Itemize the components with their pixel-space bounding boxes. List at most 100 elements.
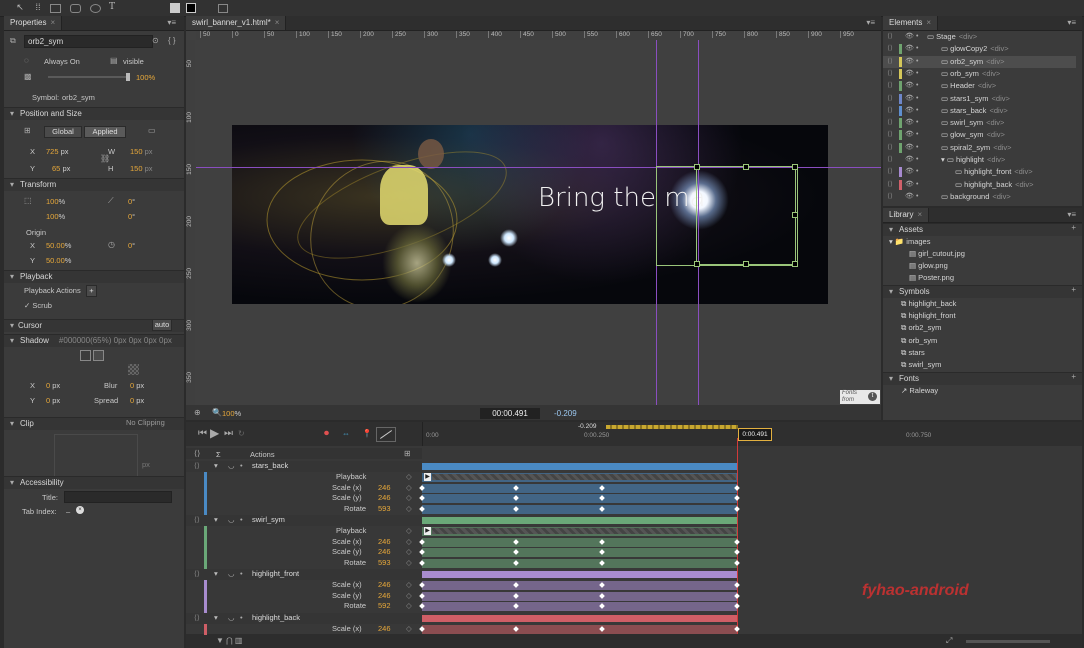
element-row[interactable]: ⟨⟩ 👁 • ▭ highlight_front <div> (883, 166, 1076, 178)
element-row[interactable]: ⟨⟩ 👁 • ▭ Header <div> (883, 80, 1076, 92)
fonts-badge[interactable]: Fonts from t (840, 390, 880, 404)
code-brackets-icon[interactable]: ⟨⟩ (883, 56, 897, 68)
tab-index-value[interactable]: – (66, 507, 70, 516)
lock-dot-icon[interactable]: • (916, 43, 918, 55)
scale-x-value[interactable]: 100% (46, 197, 65, 206)
easing-button[interactable] (376, 427, 396, 442)
resize-handle[interactable] (792, 261, 798, 267)
code-brackets-icon[interactable]: ⟨⟩ (883, 43, 897, 55)
element-row[interactable]: ⟨⟩ 👁 • ▭ glowCopy2 <div> (883, 43, 1076, 55)
library-image-item[interactable]: ▤ glow.png (909, 260, 1082, 272)
lock-dot-icon[interactable]: • (916, 93, 918, 105)
origin-x-value[interactable]: 50.00% (46, 241, 71, 250)
resize-handle[interactable] (694, 261, 700, 267)
library-symbol-item[interactable]: ⧉ swirl_sym (901, 359, 1082, 371)
scale-y-value[interactable]: 100% (46, 212, 65, 221)
keyframe-icon[interactable] (734, 505, 740, 512)
visibility-icon[interactable]: ◡ (228, 461, 235, 471)
track-header[interactable]: ⟨⟩ ▾ ◡ • highlight_back (186, 612, 422, 624)
current-time[interactable]: 00:00.491 (480, 408, 540, 419)
visibility-icon[interactable]: ◡ (228, 569, 235, 579)
auto-keyframe-icon[interactable]: ⏺ (324, 429, 329, 439)
assets-section[interactable]: Assets (883, 223, 1082, 236)
lock-icon[interactable]: • (240, 569, 243, 579)
filter-icon[interactable]: ⟨⟩ (194, 449, 200, 459)
lock-dot-icon[interactable]: • (916, 166, 918, 178)
eye-icon[interactable]: 👁 (905, 56, 914, 68)
text-tool-icon[interactable]: T (106, 2, 118, 13)
add-action-icon[interactable]: ⊞ (404, 449, 411, 459)
eye-icon[interactable]: 👁 (905, 93, 914, 105)
code-brackets-icon[interactable]: ⟨⟩ (883, 80, 897, 92)
playback-action-marker[interactable]: ▶ (424, 527, 431, 535)
library-symbol-item[interactable]: ⧉ highlight_back (901, 298, 1082, 310)
keyframe-nav-icon[interactable]: ◇ (406, 558, 412, 568)
property-bar[interactable] (422, 602, 737, 611)
global-button[interactable]: Global (44, 126, 82, 138)
opacity-slider-handle[interactable] (126, 73, 130, 81)
code-brackets-icon[interactable]: ⟨⟩ (883, 179, 897, 191)
symbols-section[interactable]: Symbols (883, 285, 1082, 298)
selected-element-box[interactable] (696, 166, 796, 265)
track-duration-bar[interactable] (422, 571, 737, 578)
expand-icon[interactable]: ▾ (214, 613, 218, 623)
element-row[interactable]: ⟨⟩ 👁 • ▭ Stage <div> (883, 31, 1076, 43)
zoom-icon[interactable]: 🔍 (212, 408, 222, 418)
clip-value[interactable]: No Clipping (126, 418, 165, 427)
eye-icon[interactable]: 👁 (905, 142, 914, 154)
keyframe-nav-icon[interactable]: ◇ (406, 537, 412, 547)
keyframe-nav-icon[interactable]: ◇ (406, 493, 412, 503)
close-icon[interactable]: × (275, 18, 280, 27)
keyframe-nav-icon[interactable]: ◇ (406, 504, 412, 514)
property-bar[interactable] (422, 558, 737, 568)
panel-menu-icon[interactable]: ▾≡ (1067, 18, 1076, 28)
tab-elements[interactable]: Elements × (883, 16, 939, 30)
eye-icon[interactable]: 👁 (905, 80, 914, 92)
lock-icon[interactable]: • (240, 613, 243, 623)
property-bar[interactable] (422, 581, 737, 590)
close-icon[interactable]: × (50, 18, 55, 27)
selection-arrow-icon[interactable]: ↖ (14, 2, 26, 13)
lock-icon[interactable]: • (240, 461, 243, 471)
lock-dot-icon[interactable]: • (916, 154, 918, 166)
visibility-icon[interactable]: ◡ (228, 613, 235, 623)
timeline-zoom-slider[interactable] (966, 640, 1050, 643)
library-font-item[interactable]: ↗ Raleway (901, 385, 1082, 397)
shadow-outer-icon[interactable] (80, 350, 91, 361)
edit-symbol-icon[interactable]: ⊙ (152, 36, 159, 46)
code-brackets-icon[interactable]: ⟨⟩ (883, 142, 897, 154)
library-image-item[interactable]: ▤ Poster.png (909, 272, 1082, 284)
lock-dot-icon[interactable]: • (916, 31, 918, 43)
keyframe-nav-icon[interactable]: ◇ (406, 472, 412, 482)
code-brackets-icon[interactable]: ⟨⟩ (194, 515, 200, 525)
tab-document[interactable]: swirl_banner_v1.html* × (186, 16, 287, 30)
skew-x-value[interactable]: 0° (128, 197, 135, 206)
ellipse-tool-icon[interactable] (90, 4, 101, 13)
property-value[interactable]: 593 (378, 504, 391, 514)
symbol-name-field[interactable]: orb2_sym (24, 35, 153, 48)
element-row[interactable]: ⟨⟩ 👁 • ▭ stars_back <div> (883, 105, 1076, 117)
property-value[interactable]: 592 (378, 601, 391, 611)
snapping-icon[interactable]: ⇔ (342, 429, 350, 439)
property-value[interactable]: 246 (378, 591, 391, 601)
fill-swatch-icon[interactable] (170, 3, 180, 13)
lock-dot-icon[interactable]: • (916, 105, 918, 117)
property-bar[interactable] (422, 537, 737, 547)
shadow-blur-value[interactable]: 0 px (130, 381, 144, 390)
code-brackets-icon[interactable]: ⟨⟩ (194, 613, 200, 623)
track-header[interactable]: ⟨⟩ ▾ ◡ • swirl_sym (186, 515, 422, 526)
track-duration-bar[interactable] (422, 517, 737, 524)
lock-dot-icon[interactable]: • (916, 191, 918, 203)
code-brackets-icon[interactable]: ⟨⟩ (883, 129, 897, 141)
transform-icon[interactable]: ⁞⁞ (32, 2, 44, 13)
clear-icon[interactable]: × (76, 506, 84, 514)
lock-dot-icon[interactable]: • (916, 179, 918, 191)
keyframe-nav-icon[interactable]: ◇ (406, 624, 412, 634)
origin-grid-icon[interactable]: ⊞ (24, 126, 31, 136)
keyframe-icon[interactable] (734, 592, 740, 599)
clip-tool-icon[interactable] (218, 4, 228, 13)
playback-range[interactable] (606, 425, 738, 429)
panel-menu-icon[interactable]: ▾≡ (167, 18, 176, 28)
resize-handle[interactable] (743, 164, 749, 170)
applied-button[interactable]: Applied (84, 126, 126, 138)
